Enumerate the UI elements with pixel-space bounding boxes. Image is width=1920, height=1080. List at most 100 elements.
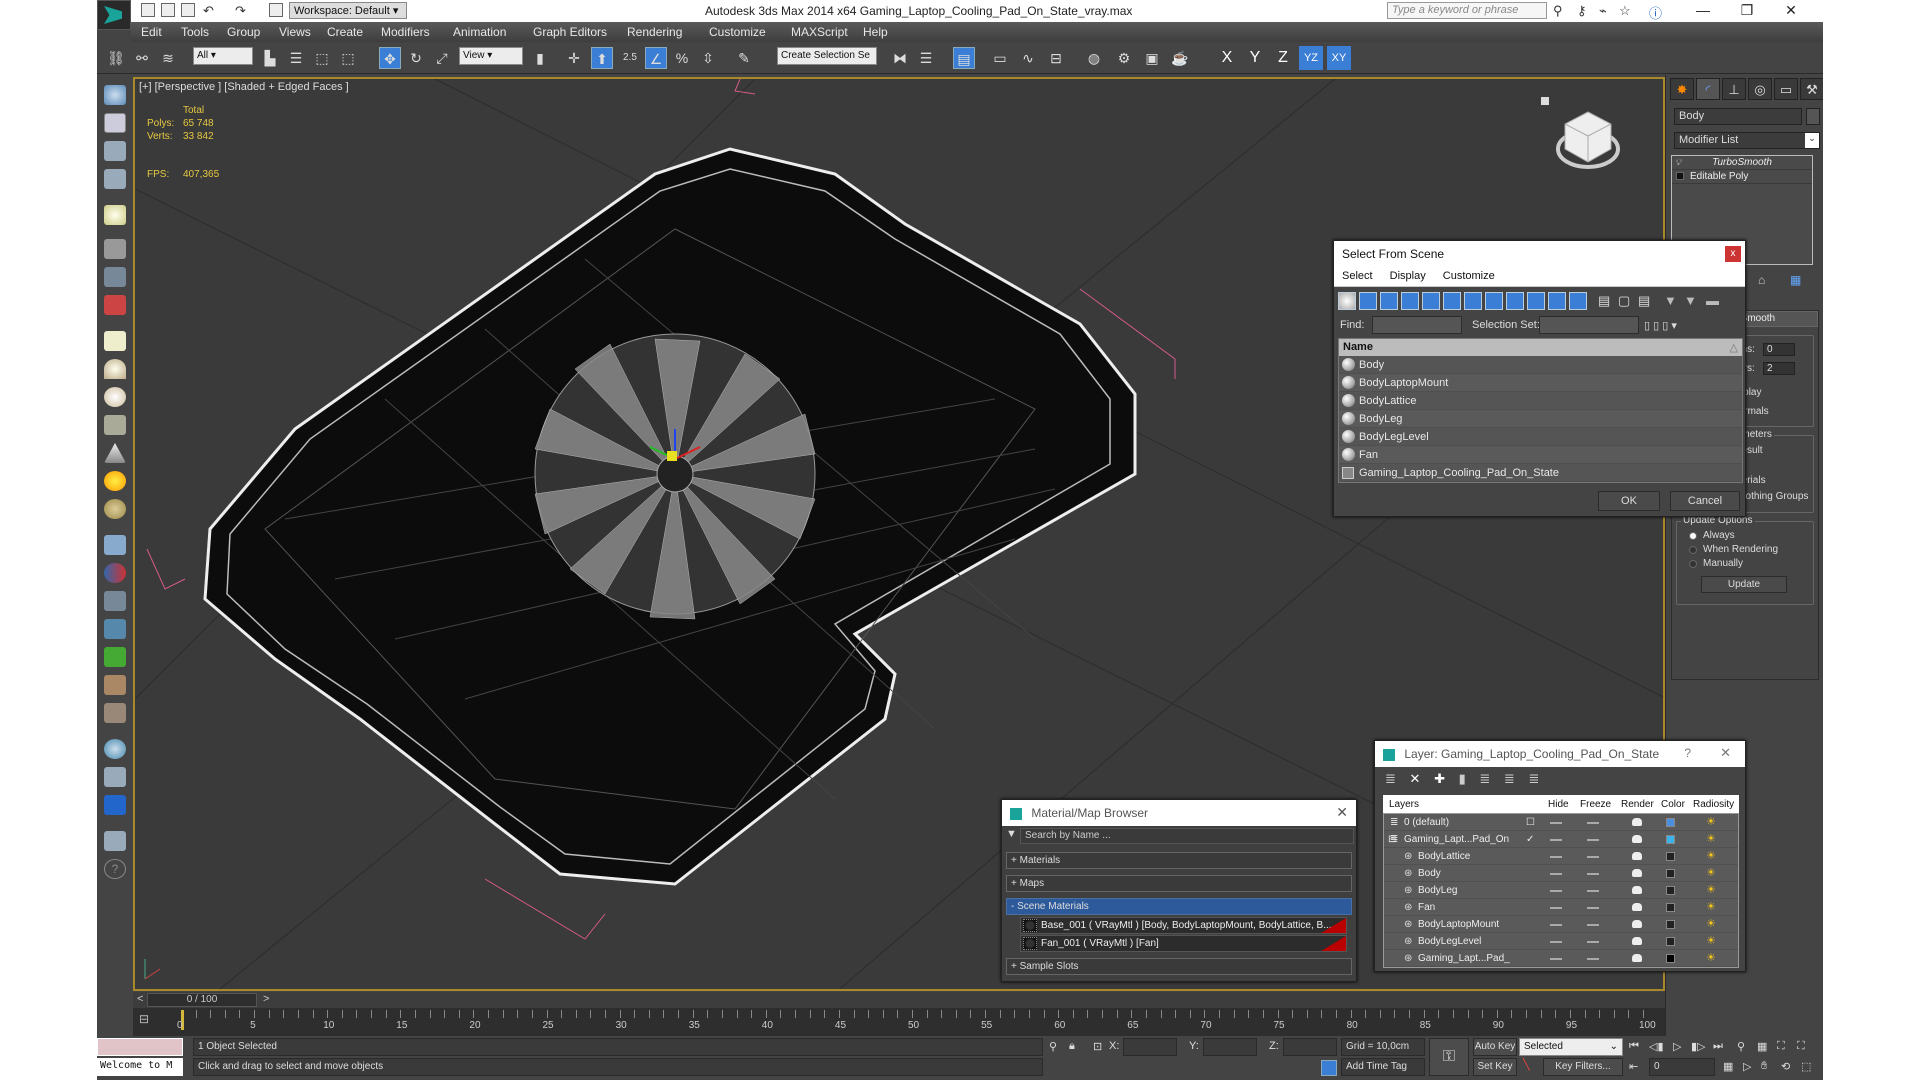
field-of-view-icon[interactable]: ▷ bbox=[1743, 1060, 1751, 1073]
render-teapot-icon[interactable] bbox=[1632, 852, 1642, 860]
filter-funnel-icon[interactable]: ▼ bbox=[1664, 293, 1677, 308]
column-render[interactable]: Render bbox=[1621, 799, 1654, 810]
orbit-icon[interactable]: ⟲ bbox=[1781, 1060, 1790, 1073]
time-tag-icon[interactable] bbox=[1321, 1060, 1337, 1076]
select-in-layer-icon[interactable]: ▮ bbox=[1459, 771, 1466, 786]
cameras-filter-icon[interactable] bbox=[1401, 292, 1419, 310]
freeze-toggle[interactable] bbox=[1587, 856, 1599, 858]
pivot-center-icon[interactable]: ▮ bbox=[529, 47, 551, 69]
z-coordinate-input[interactable] bbox=[1283, 1038, 1337, 1056]
sphere-icon[interactable] bbox=[104, 739, 126, 759]
hide-toggle[interactable] bbox=[1550, 856, 1562, 858]
camera-icon[interactable] bbox=[104, 239, 126, 259]
render-teapot-icon[interactable] bbox=[1632, 920, 1642, 928]
unlink-icon[interactable]: ⚯ bbox=[131, 47, 153, 69]
selection-set-dropdown[interactable] bbox=[1539, 316, 1639, 334]
time-slider-handle[interactable]: 0 / 100 bbox=[147, 993, 257, 1007]
go-to-start-icon[interactable]: ⏮ bbox=[1629, 1040, 1639, 1053]
layer-color-swatch[interactable] bbox=[1666, 835, 1675, 844]
infocenter-search-input[interactable]: Type a keyword or phrase bbox=[1387, 2, 1547, 19]
robot-icon[interactable] bbox=[104, 295, 126, 315]
remove-modifier-icon[interactable]: ⌂ bbox=[1758, 273, 1765, 287]
configure-modifier-sets-icon[interactable]: ▦ bbox=[1790, 273, 1801, 287]
minimize-button[interactable]: — bbox=[1681, 0, 1725, 20]
render-setup-icon[interactable]: ⚙ bbox=[1113, 47, 1135, 69]
scene-object-row[interactable]: Fan bbox=[1339, 446, 1742, 464]
name-column-header[interactable]: Name △ bbox=[1339, 339, 1742, 356]
freeze-toggle[interactable] bbox=[1587, 873, 1599, 875]
layer-color-swatch[interactable] bbox=[1666, 954, 1675, 963]
zoom-all-icon[interactable]: ▦ bbox=[1757, 1040, 1767, 1053]
hide-toggle[interactable] bbox=[1550, 873, 1562, 875]
set-key-button[interactable]: Set Key bbox=[1473, 1058, 1517, 1076]
maximize-button[interactable]: ❐ bbox=[1725, 0, 1769, 20]
hide-toggle[interactable] bbox=[1550, 958, 1562, 960]
reference-coordinate-dropdown[interactable]: View ▾ bbox=[459, 47, 523, 65]
percent-snap-icon[interactable]: % bbox=[671, 47, 693, 69]
motion-tab-icon[interactable]: ◎ bbox=[1748, 78, 1772, 100]
axis-yz-button[interactable]: YZ bbox=[1299, 46, 1323, 70]
stack-item-turbosmooth[interactable]: 💡︎ TurboSmooth bbox=[1672, 156, 1812, 170]
select-and-link-icon[interactable]: ⛓ bbox=[105, 47, 127, 69]
menu-customize[interactable]: Customize bbox=[1443, 270, 1495, 282]
current-layer-toggle[interactable]: ✓ bbox=[1526, 834, 1534, 845]
scene-material-item[interactable]: Base_001 ( VRayMtl ) [Body, BodyLaptopMo… bbox=[1020, 917, 1347, 934]
freeze-toggle[interactable] bbox=[1587, 907, 1599, 909]
scene-object-row[interactable]: BodyLaptopMount bbox=[1339, 374, 1742, 392]
search-by-name-input[interactable]: Search by Name ... bbox=[1020, 828, 1354, 844]
render-teapot-icon[interactable] bbox=[1632, 937, 1642, 945]
zoom-extents-all-icon[interactable]: ⛶ bbox=[1797, 1040, 1805, 1053]
save-file-icon[interactable] bbox=[181, 3, 195, 17]
display-none-icon[interactable]: ▢ bbox=[1618, 293, 1630, 309]
filter-options-icon[interactable]: ▼ bbox=[1684, 293, 1697, 308]
menu-rendering[interactable]: Rendering bbox=[627, 25, 682, 39]
scene-material-item[interactable]: Fan_001 ( VRayMtl ) [Fan] bbox=[1020, 935, 1347, 952]
column-color[interactable]: Color bbox=[1661, 799, 1685, 810]
menu-help[interactable]: Help bbox=[863, 25, 888, 39]
plane-light-icon[interactable] bbox=[104, 331, 126, 351]
select-by-name-icon[interactable]: ☰ bbox=[285, 47, 307, 69]
radiosity-sun-icon[interactable]: ☀︎ bbox=[1706, 918, 1718, 930]
hide-toggle[interactable] bbox=[1550, 839, 1562, 841]
utilities-tab-icon[interactable]: ⚒ bbox=[1800, 78, 1823, 100]
menu-select[interactable]: Select bbox=[1342, 270, 1373, 282]
key-mode-dropdown[interactable]: Selected ⌄ bbox=[1519, 1038, 1623, 1056]
axis-xy-button[interactable]: XY bbox=[1327, 46, 1351, 70]
maps-section-header[interactable]: + Maps bbox=[1006, 875, 1352, 892]
radiosity-sun-icon[interactable]: ☀︎ bbox=[1706, 901, 1718, 913]
viewport-toggle-icon[interactable] bbox=[104, 795, 126, 815]
expand-plus-icon[interactable] bbox=[1676, 172, 1684, 180]
freeze-toggle[interactable] bbox=[1587, 941, 1599, 943]
redo-icon[interactable]: ↷ bbox=[235, 3, 246, 19]
current-frame-input[interactable]: 0 bbox=[1649, 1058, 1715, 1076]
hide-toggle[interactable] bbox=[1550, 924, 1562, 926]
mirror-icon[interactable]: ⧓ bbox=[889, 47, 911, 69]
menu-modifiers[interactable]: Modifiers bbox=[381, 25, 430, 39]
schematic-view-icon[interactable]: ⊟ bbox=[1045, 47, 1067, 69]
menu-edit[interactable]: Edit bbox=[141, 25, 162, 39]
layer-color-swatch[interactable] bbox=[1666, 903, 1675, 912]
layer-row[interactable]: ⊛ BodyLattice ☀︎ bbox=[1384, 848, 1738, 865]
object-name-field[interactable]: Body bbox=[1674, 108, 1802, 125]
molecule-icon[interactable] bbox=[104, 563, 126, 583]
hierarchy-tab-icon[interactable]: ⊥ bbox=[1722, 78, 1746, 100]
help-button[interactable]: ? bbox=[1684, 746, 1691, 760]
render-production-icon[interactable]: ☕ bbox=[1169, 47, 1191, 69]
layer-row[interactable]: ⊛ Gaming_Lapt...Pad_ ☀︎ bbox=[1384, 950, 1738, 967]
undo-icon[interactable]: ↶ bbox=[203, 3, 214, 19]
layer-color-swatch[interactable] bbox=[1666, 886, 1675, 895]
hide-toggle[interactable] bbox=[1550, 941, 1562, 943]
columns-icon[interactable]: ▬ bbox=[1706, 293, 1719, 308]
manipulate-icon[interactable]: ✛ bbox=[563, 47, 585, 69]
render-iters-spinner[interactable]: 2 bbox=[1763, 362, 1795, 375]
time-slider[interactable]: < 0 / 100 > bbox=[133, 992, 1665, 1008]
project-folder-icon[interactable] bbox=[269, 3, 283, 17]
viewcube-home-icon[interactable] bbox=[1541, 97, 1549, 105]
align-icon[interactable]: ☰ bbox=[915, 47, 937, 69]
layer-color-swatch[interactable] bbox=[1666, 920, 1675, 929]
menu-display[interactable]: Display bbox=[1390, 270, 1426, 282]
maxscript-listener-pink[interactable] bbox=[97, 1038, 183, 1056]
helpers-filter-icon[interactable] bbox=[1422, 292, 1440, 310]
radiosity-sun-icon[interactable]: ☀︎ bbox=[1706, 935, 1718, 947]
layer-color-swatch[interactable] bbox=[1666, 852, 1675, 861]
